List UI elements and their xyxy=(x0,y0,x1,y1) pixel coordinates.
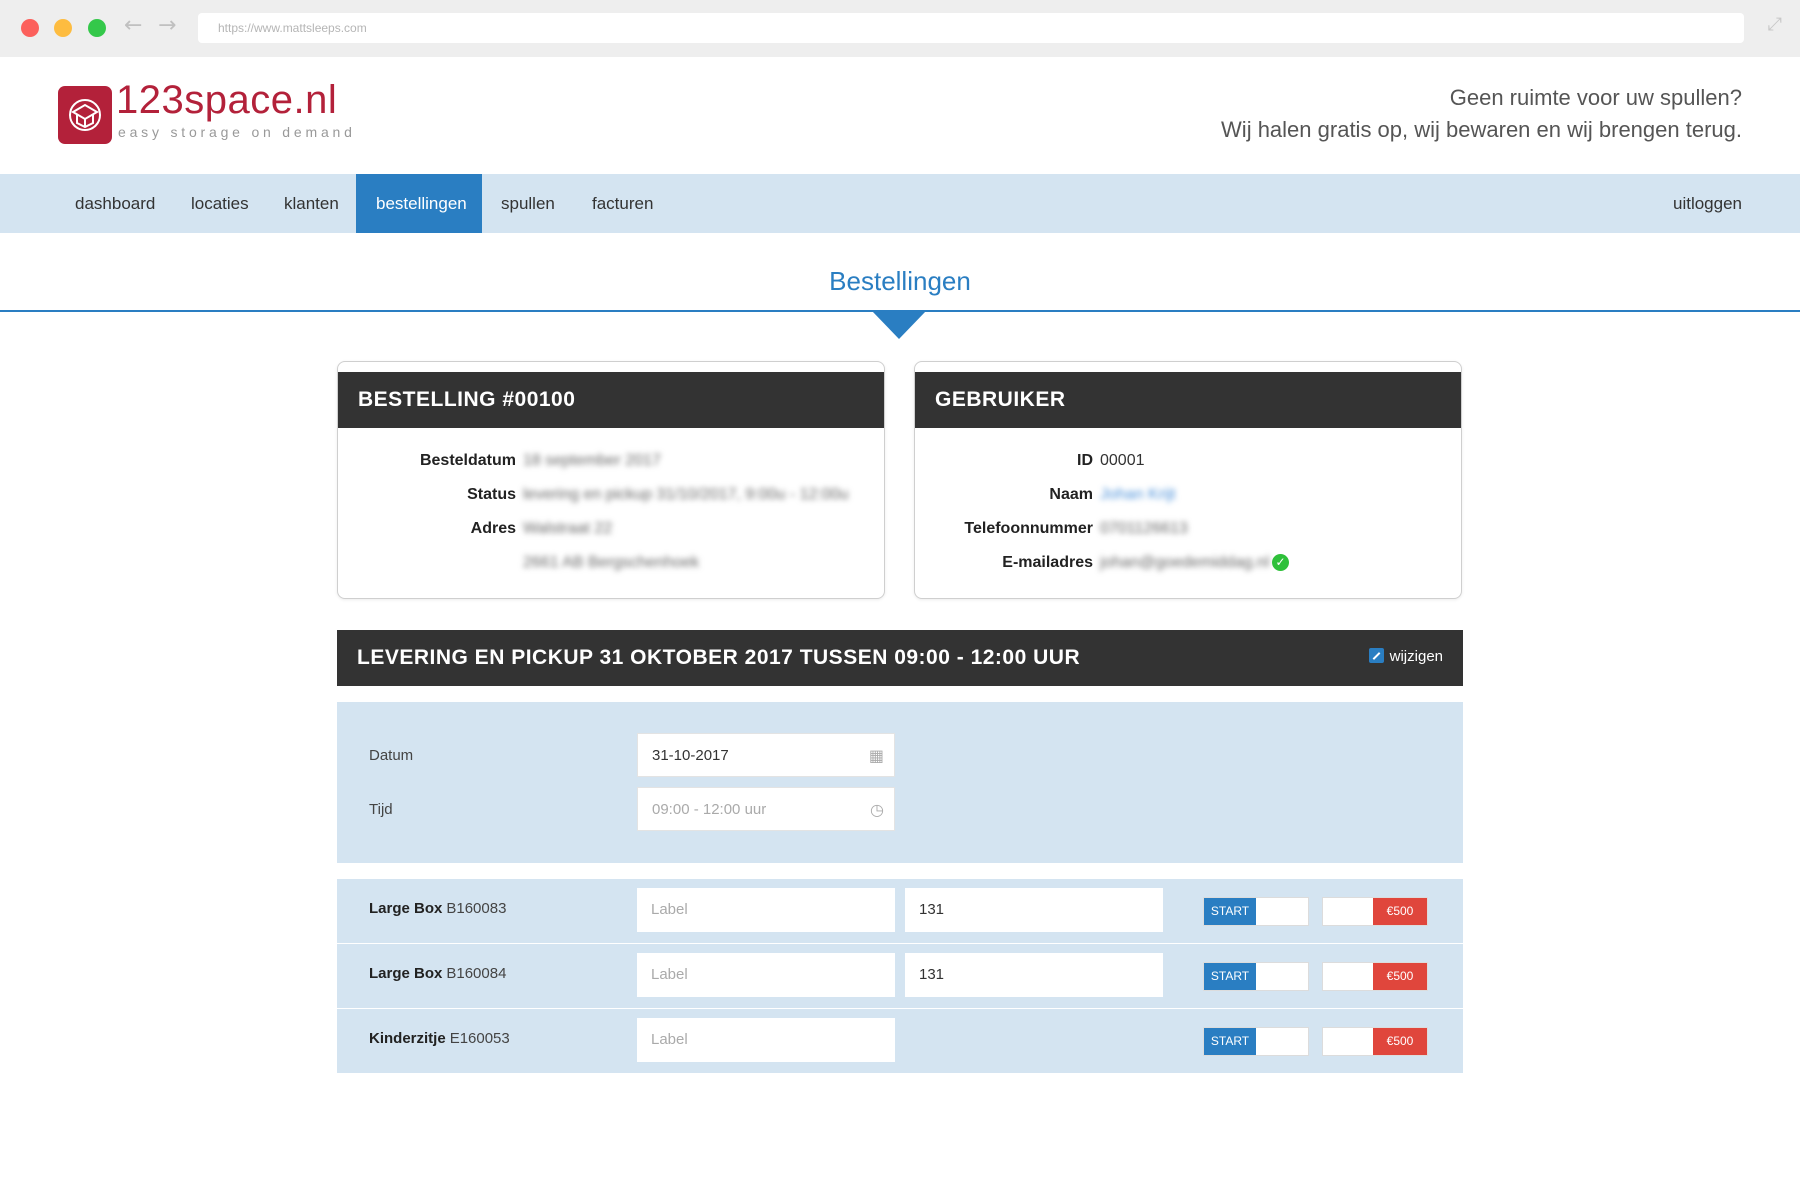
browser-chrome: ← → https://www.mattsleeps.com ⤢ xyxy=(0,0,1800,57)
delivery-title: LEVERING EN PICKUP 31 OKTOBER 2017 TUSSE… xyxy=(357,646,1081,669)
delivery-header: LEVERING EN PICKUP 31 OKTOBER 2017 TUSSE… xyxy=(337,630,1463,686)
nav-item-dashboard[interactable]: dashboard xyxy=(55,174,175,233)
window-minimize-button[interactable] xyxy=(54,19,72,37)
user-id-label: ID xyxy=(1077,452,1093,469)
price-label: €500 xyxy=(1373,963,1427,990)
start-toggle[interactable]: START xyxy=(1203,1027,1309,1056)
start-toggle[interactable]: START xyxy=(1203,897,1309,926)
item-code: B160083 xyxy=(446,900,507,917)
order-address-line1: Walstraat 22 xyxy=(523,520,613,537)
item-row: Kinderzitje E160053 Label START €500 xyxy=(337,1009,1463,1073)
user-email-label: E-mailadres xyxy=(1002,554,1093,571)
item-name: Kinderzitje E160053 xyxy=(369,1030,510,1047)
window-maximize-button[interactable] xyxy=(88,19,106,37)
date-label: Datum xyxy=(369,747,414,764)
logo-tagline: easy storage on demand xyxy=(118,124,356,140)
user-phone-value: 0701126613 xyxy=(1100,520,1188,537)
nav-item-klanten[interactable]: klanten xyxy=(264,174,359,233)
time-field[interactable]: 09:00 - 12:00 uur ◷ xyxy=(637,787,895,831)
start-label: START xyxy=(1204,1028,1256,1055)
order-date-label: Besteldatum xyxy=(419,452,516,469)
item-label-input[interactable]: Label xyxy=(637,888,895,932)
item-label-input[interactable]: Label xyxy=(637,1018,895,1062)
nav-item-spullen[interactable]: spullen xyxy=(481,174,575,233)
item-name: Large Box B160084 xyxy=(369,965,507,982)
edit-label: wijzigen xyxy=(1389,648,1443,665)
title-caret xyxy=(872,311,926,339)
order-address-line2: 2661 AB Bergschenhoek xyxy=(523,554,700,571)
order-card: BESTELLING #00100 Besteldatum 18 septemb… xyxy=(337,361,885,599)
price-toggle[interactable]: €500 xyxy=(1322,962,1428,991)
item-number-input[interactable]: 131 xyxy=(905,888,1163,932)
edit-icon xyxy=(1368,648,1384,663)
order-address-label: Adres xyxy=(470,520,516,537)
price-label: €500 xyxy=(1373,1028,1427,1055)
item-row: Large Box B160083 Label 131 START €500 xyxy=(337,879,1463,943)
back-arrow-icon[interactable]: ← xyxy=(124,13,142,38)
user-name-link[interactable]: Johan Krijt xyxy=(1100,486,1176,504)
price-toggle[interactable]: €500 xyxy=(1322,897,1428,926)
nav-item-facturen[interactable]: facturen xyxy=(572,174,673,233)
start-toggle[interactable]: START xyxy=(1203,962,1309,991)
price-toggle[interactable]: €500 xyxy=(1322,1027,1428,1056)
start-label: START xyxy=(1204,963,1256,990)
time-placeholder: 09:00 - 12:00 uur xyxy=(652,801,767,818)
page-title: Bestellingen xyxy=(829,266,971,296)
item-code: E160053 xyxy=(449,1030,510,1047)
slogan-line-1: Geen ruimte voor uw spullen? xyxy=(1449,85,1742,110)
storage-box-icon[interactable] xyxy=(58,86,112,144)
start-label: START xyxy=(1204,898,1256,925)
slogan-line-2: Wij halen gratis op, wij bewaren en wij … xyxy=(1221,117,1742,142)
expand-icon[interactable]: ⤢ xyxy=(1768,14,1782,35)
date-field[interactable]: 31-10-2017 ▦ xyxy=(637,733,895,777)
logo-text[interactable]: 123space.nl xyxy=(116,78,337,123)
calendar-icon[interactable]: ▦ xyxy=(869,746,884,765)
edit-button[interactable]: wijzigen xyxy=(1368,648,1443,665)
clock-icon[interactable]: ◷ xyxy=(870,800,884,819)
nav-item-locaties[interactable]: locaties xyxy=(171,174,269,233)
user-email-value: johan@goedemiddag.nl xyxy=(1100,554,1270,571)
user-card-title: GEBRUIKER xyxy=(915,372,1461,428)
logout-link[interactable]: uitloggen xyxy=(1673,174,1742,233)
forward-arrow-icon[interactable]: → xyxy=(158,13,176,38)
user-name-label: Naam xyxy=(1049,486,1093,503)
item-row: Large Box B160084 Label 131 START €500 xyxy=(337,944,1463,1008)
nav-item-bestellingen[interactable]: bestellingen xyxy=(356,174,482,233)
header-slogan: Geen ruimte voor uw spullen? Wij halen g… xyxy=(1221,82,1742,146)
item-number-input[interactable]: 131 xyxy=(905,953,1163,997)
item-code: B160084 xyxy=(446,965,507,982)
user-id-value: 00001 xyxy=(1100,452,1145,469)
delivery-form: Datum 31-10-2017 ▦ Tijd 09:00 - 12:00 uu… xyxy=(337,702,1463,863)
order-card-title: BESTELLING #00100 xyxy=(338,372,884,428)
item-label-input[interactable]: Label xyxy=(637,953,895,997)
order-status-value: levering en pickup 31/10/2017, 9:00u - 1… xyxy=(523,486,849,503)
date-value: 31-10-2017 xyxy=(652,747,729,764)
user-phone-label: Telefoonnummer xyxy=(964,520,1093,537)
window-close-button[interactable] xyxy=(21,19,39,37)
check-circle-icon: ✓ xyxy=(1272,554,1289,571)
address-bar[interactable]: https://www.mattsleeps.com xyxy=(198,13,1744,43)
order-date-value: 18 september 2017 xyxy=(523,452,661,469)
price-label: €500 xyxy=(1373,898,1427,925)
user-card: GEBRUIKER ID 00001 Naam Johan Krijt Tele… xyxy=(914,361,1462,599)
order-status-label: Status xyxy=(467,486,516,503)
time-label: Tijd xyxy=(369,801,393,818)
item-name: Large Box B160083 xyxy=(369,900,507,917)
main-nav: dashboard locaties klanten bestellingen … xyxy=(0,174,1800,233)
